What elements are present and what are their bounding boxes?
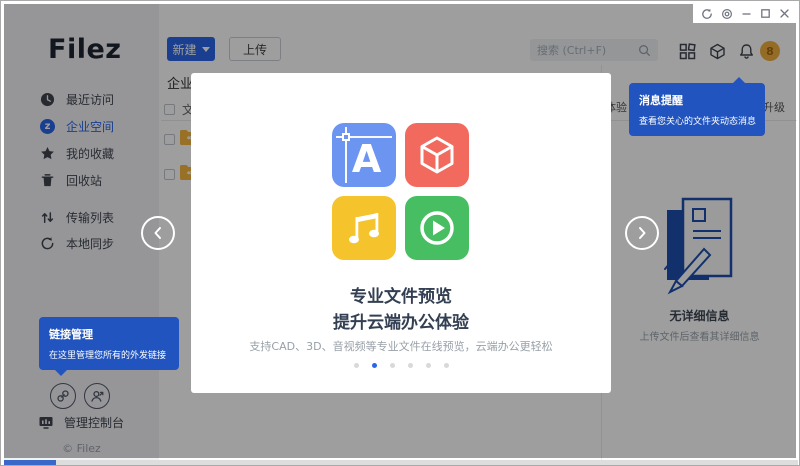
carousel-dot[interactable]	[425, 363, 431, 368]
feature-carousel-modal: A 专业文件预览 提升云端办公体验 支持CAD、3D、音视频等专业文件在线预览，…	[191, 73, 611, 393]
carousel-dot[interactable]	[389, 363, 395, 368]
carousel-next-button[interactable]	[625, 216, 659, 250]
play-icon	[420, 211, 454, 245]
window-bottom-strip	[4, 460, 798, 465]
carousel-dot[interactable]	[443, 363, 449, 368]
app-window: Filez 最近访问 z 企业空间 我的收藏 回收站 传输列表 本地同步 管理控…	[0, 0, 800, 466]
notification-tooltip-title: 消息提醒	[639, 94, 683, 107]
carousel-prev-button[interactable]	[141, 216, 175, 250]
cad-tile: A	[332, 123, 396, 187]
link-manager-tooltip: 链接管理 在这里管理您所有的外发链接	[39, 317, 179, 376]
carousel-dot[interactable]	[353, 363, 359, 368]
minimize-button[interactable]	[741, 8, 752, 19]
close-button[interactable]	[779, 8, 790, 19]
cad-letter-a: A	[351, 136, 382, 181]
chevron-left-icon	[154, 227, 161, 239]
cad-ruler-square	[342, 133, 350, 141]
modal-subtitle: 支持CAD、3D、音视频等专业文件在线预览，云端办公更轻松	[249, 340, 553, 353]
3d-tile	[405, 123, 469, 187]
maximize-button[interactable]	[760, 8, 771, 19]
carousel-dot[interactable]	[371, 363, 377, 368]
notification-tooltip: 消息提醒 查看您关心的文件夹动态消息	[629, 77, 765, 136]
music-tile	[332, 196, 396, 260]
link-manager-tooltip-desc: 在这里管理您所有的外发链接	[49, 351, 167, 361]
carousel-dots	[191, 363, 611, 368]
link-manager-tooltip-title: 链接管理	[49, 328, 93, 341]
bottom-accent-bar	[4, 460, 56, 465]
cube-3d-icon	[420, 136, 454, 174]
modal-title-line1: 专业文件预览	[350, 287, 452, 307]
notification-tooltip-desc: 查看您关心的文件夹动态消息	[639, 117, 757, 127]
chevron-right-icon	[639, 227, 646, 239]
carousel-dot[interactable]	[407, 363, 413, 368]
refresh-button[interactable]	[701, 8, 713, 20]
music-note-icon	[349, 213, 379, 244]
window-controls	[693, 4, 798, 23]
modal-title: 专业文件预览 提升云端办公体验	[191, 284, 611, 336]
video-tile	[405, 196, 469, 260]
modal-title-line2: 提升云端办公体验	[333, 313, 469, 333]
settings-gear-button[interactable]	[721, 8, 733, 20]
